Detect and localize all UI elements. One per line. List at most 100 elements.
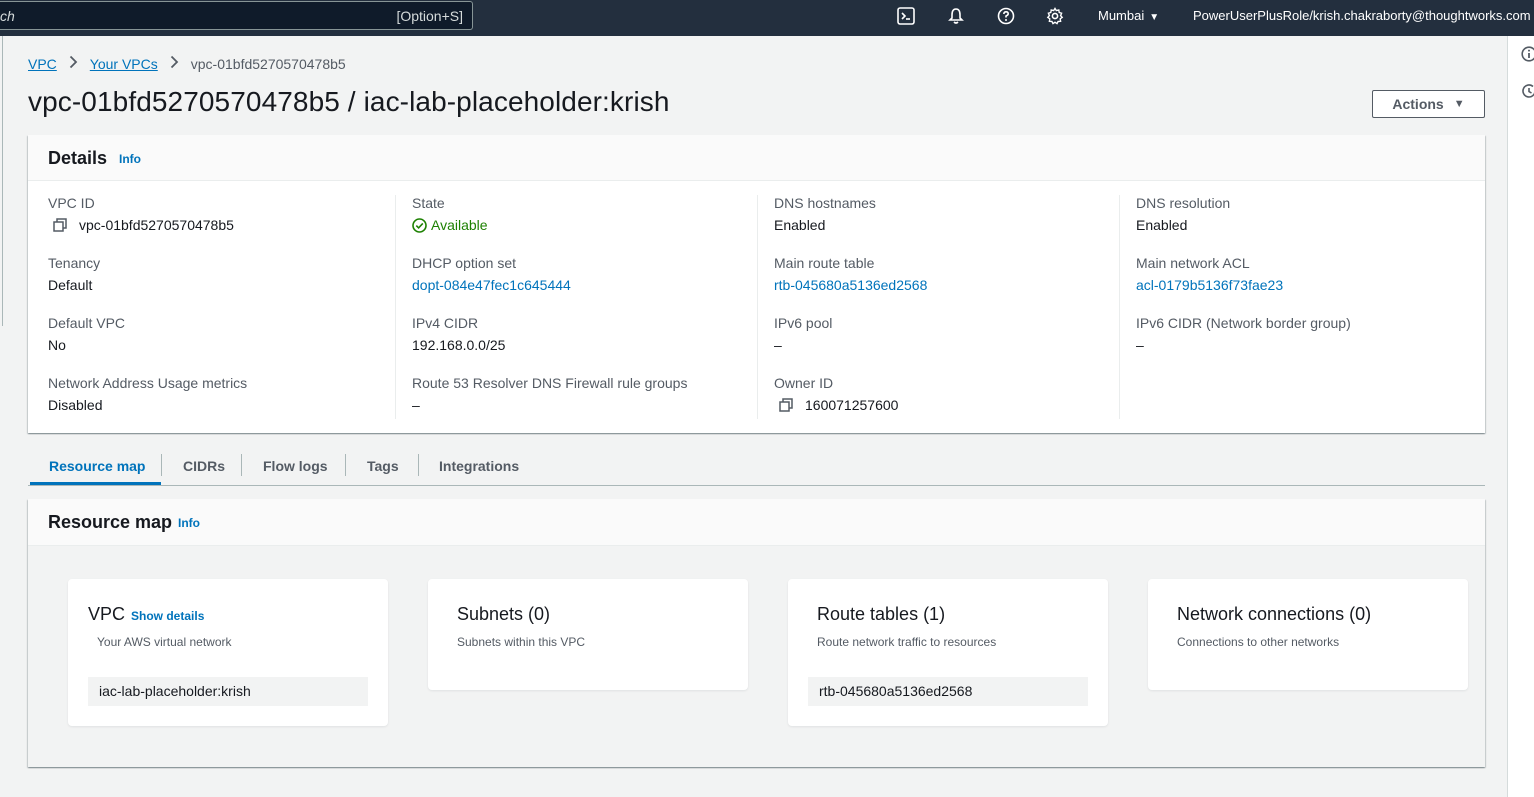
- resource-map-header: Resource map Info: [28, 499, 1485, 546]
- field-label: State: [412, 195, 445, 211]
- field-label: IPv6 pool: [774, 315, 833, 331]
- field-dhcp-option-set: DHCP option set dopt-084e47fec1c645444: [412, 255, 571, 293]
- resource-card-vpc: VPC Show details Your AWS virtual network…: [68, 579, 388, 726]
- card-title: Network connections (0): [1177, 604, 1372, 624]
- field-value: vpc-01bfd5270570478b5: [48, 217, 234, 233]
- state-value: Available: [431, 217, 488, 233]
- field-value: –: [412, 397, 420, 413]
- card-subtitle: Connections to other networks: [1177, 635, 1340, 649]
- chevron-right-icon: [170, 55, 179, 72]
- search-shortcut-hint: [Option+S]: [396, 8, 463, 24]
- resource-map-panel: Resource map Info VPC Show details Your A…: [28, 499, 1485, 767]
- tab-integrations[interactable]: Integrations: [439, 450, 519, 485]
- resource-map-title: Resource map: [48, 512, 173, 532]
- settings-icon[interactable]: [1046, 7, 1066, 27]
- help-icon[interactable]: [997, 7, 1017, 27]
- route-table-chip[interactable]: rtb-045680a5136ed2568: [808, 677, 1088, 706]
- card-title-text: VPC: [88, 604, 126, 624]
- left-nav-edge[interactable]: [0, 36, 3, 326]
- field-value: Enabled: [1136, 217, 1188, 233]
- vpc-chip[interactable]: iac-lab-placeholder:krish: [88, 677, 368, 706]
- details-column-2: State Available DHCP option set dopt-084…: [395, 195, 757, 419]
- actions-button[interactable]: Actions ▼: [1372, 90, 1485, 118]
- info-panel-icon[interactable]: [1521, 46, 1534, 62]
- dhcp-option-set-link[interactable]: dopt-084e47fec1c645444: [412, 277, 571, 293]
- breadcrumb-vpc[interactable]: VPC: [28, 56, 57, 72]
- show-details-link[interactable]: Show details: [131, 609, 204, 623]
- chevron-right-icon: [69, 55, 78, 72]
- details-column-3: DNS hostnames Enabled Main route table r…: [757, 195, 1119, 419]
- field-label: IPv6 CIDR (Network border group): [1136, 315, 1351, 331]
- field-value: Disabled: [48, 397, 103, 413]
- region-label: Mumbai: [1098, 8, 1145, 23]
- search-input[interactable]: ch [Option+S]: [0, 1, 473, 30]
- field-label: Tenancy: [48, 255, 101, 271]
- right-utility-rail: [1507, 36, 1534, 797]
- field-value: No: [48, 337, 66, 353]
- tab-bar: Resource map CIDRs Flow logs Tags Integr…: [28, 450, 1485, 486]
- tab-divider: [418, 454, 419, 476]
- resource-map-info-link[interactable]: Info: [178, 516, 200, 530]
- field-dns-hostnames: DNS hostnames Enabled: [774, 195, 876, 233]
- field-label: Main route table: [774, 255, 875, 271]
- copy-icon[interactable]: [779, 398, 793, 412]
- field-label: Main network ACL: [1136, 255, 1250, 271]
- copy-icon[interactable]: [53, 218, 67, 232]
- field-label: Default VPC: [48, 315, 126, 331]
- field-tenancy: Tenancy Default: [48, 255, 100, 293]
- field-ipv6-cidr: IPv6 CIDR (Network border group) –: [1136, 315, 1351, 353]
- top-navigation: ch [Option+S] Mumbai ▼ PowerUserPlusRole/…: [0, 0, 1534, 36]
- details-column-4: DNS resolution Enabled Main network ACL …: [1119, 195, 1481, 419]
- card-title: Subnets (0): [457, 604, 551, 624]
- field-label: DNS hostnames: [774, 195, 876, 211]
- card-subtitle: Subnets within this VPC: [457, 635, 586, 649]
- main-route-table-link[interactable]: rtb-045680a5136ed2568: [774, 277, 927, 293]
- history-icon[interactable]: [1521, 83, 1534, 99]
- page-title: vpc-01bfd5270570478b5 / iac-lab-placehol…: [28, 86, 670, 117]
- field-label: Owner ID: [774, 375, 834, 391]
- details-info-link[interactable]: Info: [119, 152, 141, 166]
- caret-down-icon: ▼: [1453, 98, 1465, 110]
- details-header: Details Info: [28, 135, 1485, 181]
- resource-card-subnets: Subnets (0) Subnets within this VPC: [428, 579, 748, 690]
- chevron-down-icon: ▼: [1149, 12, 1160, 23]
- account-menu[interactable]: PowerUserPlusRole/krish.chakraborty@thou…: [1193, 8, 1534, 23]
- field-value: Default: [48, 277, 93, 293]
- field-value: –: [774, 337, 782, 353]
- vpc-id-value: vpc-01bfd5270570478b5: [79, 217, 234, 233]
- tab-flow-logs[interactable]: Flow logs: [263, 450, 328, 485]
- field-value: 160071257600: [774, 397, 898, 413]
- details-panel: Details Info VPC ID vpc-01bfd5270570478b…: [28, 135, 1485, 433]
- field-dns-firewall-rule-groups: Route 53 Resolver DNS Firewall rule grou…: [412, 375, 687, 413]
- tab-divider: [345, 454, 346, 476]
- region-selector[interactable]: Mumbai ▼: [1098, 8, 1159, 23]
- search-input-text: ch: [0, 8, 15, 24]
- field-label: DHCP option set: [412, 255, 517, 271]
- bell-icon[interactable]: [947, 7, 967, 27]
- field-owner-id: Owner ID 160071257600: [774, 375, 898, 413]
- resource-card-network-connections: Network connections (0) Connections to o…: [1148, 579, 1468, 690]
- field-value: Available: [412, 217, 488, 233]
- tab-tags[interactable]: Tags: [367, 450, 399, 485]
- resource-map-body: VPC Show details Your AWS virtual network…: [28, 546, 1485, 767]
- field-label: Route 53 Resolver DNS Firewall rule grou…: [412, 375, 688, 391]
- status-success-icon: [412, 217, 427, 233]
- tab-cidrs[interactable]: CIDRs: [183, 450, 225, 485]
- tab-resource-map[interactable]: Resource map: [30, 450, 161, 485]
- breadcrumb-your-vpcs[interactable]: Your VPCs: [90, 56, 158, 72]
- cloudshell-icon[interactable]: [897, 7, 917, 27]
- card-subtitle: Route network traffic to resources: [817, 635, 997, 649]
- main-network-acl-link[interactable]: acl-0179b5136f73fae23: [1136, 277, 1283, 293]
- card-title: VPC Show details: [88, 604, 204, 625]
- field-label: DNS resolution: [1136, 195, 1231, 211]
- field-vpc-id: VPC ID vpc-01bfd5270570478b5: [48, 195, 234, 233]
- field-value: 192.168.0.0/25: [412, 337, 506, 353]
- breadcrumb-current: vpc-01bfd5270570478b5: [190, 55, 346, 72]
- tab-divider: [241, 454, 242, 476]
- breadcrumb: VPC Your VPCs vpc-01bfd5270570478b5: [28, 55, 346, 72]
- field-main-route-table: Main route table rtb-045680a5136ed2568: [774, 255, 927, 293]
- field-value: Enabled: [774, 217, 826, 233]
- field-ipv4-cidr: IPv4 CIDR 192.168.0.0/25: [412, 315, 505, 353]
- field-value: –: [1136, 337, 1144, 353]
- field-dns-resolution: DNS resolution Enabled: [1136, 195, 1230, 233]
